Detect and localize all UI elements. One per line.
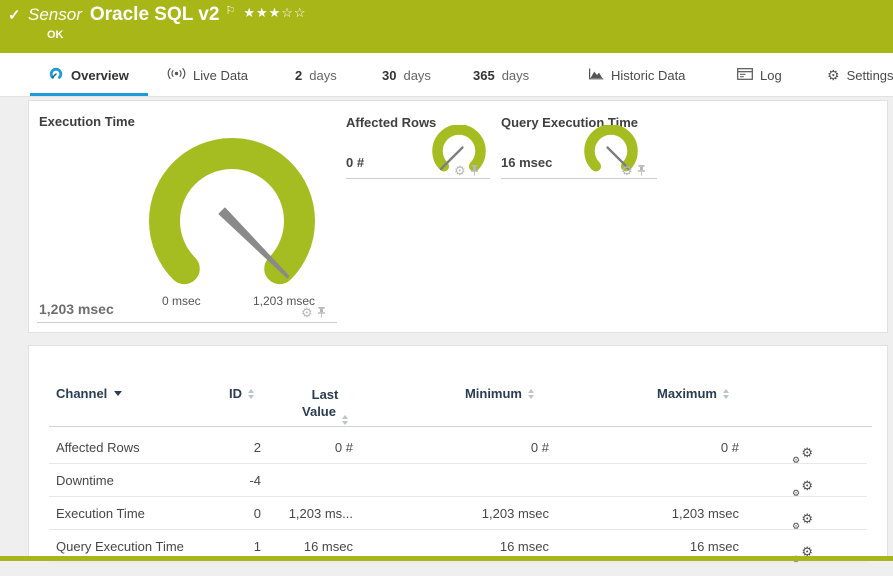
channel-settings-button[interactable]: ⚙⚙	[791, 431, 815, 465]
active-tab-underline	[30, 93, 148, 96]
tab-2-days-number: 2	[295, 67, 303, 83]
column-header-last-value[interactable]: Last Value	[275, 386, 375, 425]
channel-link[interactable]: Affected Rows	[56, 431, 140, 464]
column-header-value-label: Value	[302, 404, 336, 419]
double-gear-icon: ⚙⚙	[792, 511, 813, 531]
divider	[37, 322, 337, 323]
sort-arrows-icon	[723, 388, 729, 399]
table-row: Execution Time 0 1,203 ms... 1,203 msec …	[29, 497, 882, 531]
gauge-corner-icons: ⚙	[621, 164, 646, 177]
settings-gear-icon: ⚙	[827, 66, 840, 83]
tab-2-days[interactable]: 2 days	[295, 53, 337, 97]
tab-live-data[interactable]: Live Data	[167, 53, 248, 97]
query-execution-time-current-value: 16 msec	[501, 155, 553, 170]
sensor-header: ✓ Sensor Oracle SQL v2 ⚐ ★★★☆☆ OK	[0, 0, 893, 53]
channel-last-value: 1,203 ms...	[288, 506, 353, 521]
gauge-pin-icon[interactable]	[317, 307, 326, 318]
divider	[501, 178, 657, 179]
execution-time-gauge	[149, 138, 315, 285]
column-header-minimum[interactable]: Minimum	[414, 386, 534, 401]
table-row: Downtime -4 ⚙ ⚙	[29, 464, 882, 498]
gauge-min-label: 0 msec	[162, 294, 201, 308]
tab-365-days-number: 365	[473, 67, 495, 83]
tab-log-label: Log	[760, 67, 782, 83]
channel-minimum: 1,203 msec	[481, 506, 549, 521]
priority-flag-icon[interactable]: ⚐	[225, 4, 235, 17]
channel-link[interactable]: Execution Time	[56, 497, 145, 530]
historic-chart-icon	[588, 68, 604, 83]
affected-rows-current-value: 0 #	[346, 155, 365, 170]
tab-historic-data[interactable]: Historic Data	[588, 53, 685, 97]
column-header-id-label: ID	[229, 386, 242, 401]
gauge-settings-gear-icon[interactable]: ⚙	[454, 164, 466, 177]
sensor-title-line: Sensor Oracle SQL v2 ⚐ ★★★☆☆	[28, 4, 307, 26]
sort-arrows-icon	[528, 388, 534, 399]
sort-arrows-icon	[248, 388, 254, 399]
execution-time-current-value: 1,203 msec	[39, 301, 114, 317]
channel-link[interactable]: Downtime	[56, 464, 114, 497]
tab-overview-label: Overview	[71, 67, 129, 83]
gauge-icon	[48, 67, 64, 84]
gauge-needle	[218, 207, 290, 279]
gauge-pin-icon[interactable]	[470, 165, 479, 176]
affected-rows-gauge-title: Affected Rows	[346, 115, 437, 130]
gauge-settings-gear-icon[interactable]: ⚙	[301, 306, 313, 319]
column-header-id[interactable]: ID	[189, 386, 254, 401]
object-kind-label: Sensor	[28, 5, 82, 24]
column-header-channel[interactable]: Channel	[56, 386, 123, 401]
channel-minimum: 0 #	[530, 440, 549, 455]
log-icon	[737, 67, 753, 83]
table-row: Affected Rows 2 0 # 0 # 0 # ⚙ ⚙	[29, 431, 882, 465]
gauge-corner-icons: ⚙	[301, 306, 326, 319]
divider	[346, 178, 490, 179]
sensor-title: Oracle SQL v2	[89, 4, 220, 25]
sort-caret-down-icon	[114, 391, 123, 396]
tab-settings-label: Settings	[846, 67, 893, 83]
live-data-icon	[167, 67, 186, 83]
channel-maximum: 1,203 msec	[671, 506, 739, 521]
divider	[49, 426, 872, 427]
status-badge: OK	[47, 29, 64, 41]
gauge-pin-icon[interactable]	[637, 165, 646, 176]
tab-live-data-label: Live Data	[193, 67, 248, 83]
tab-365-days[interactable]: 365 days	[473, 53, 529, 97]
tab-30-days-number: 30	[382, 67, 397, 83]
priority-stars[interactable]: ★★★☆☆	[243, 5, 306, 21]
column-header-channel-label: Channel	[56, 386, 108, 401]
double-gear-icon: ⚙⚙	[792, 478, 813, 498]
channel-last-value: 0 #	[334, 440, 353, 455]
channel-id: 2	[253, 440, 261, 455]
channel-id: 0	[253, 506, 261, 521]
channel-maximum: 0 #	[720, 440, 739, 455]
next-section-edge	[0, 556, 893, 561]
gauge-corner-icons: ⚙	[454, 164, 479, 177]
channels-panel: Channel ID Last Value Minimum Maximum Af…	[28, 345, 888, 564]
sort-arrows-icon	[341, 415, 348, 425]
tab-2-days-label: days	[309, 67, 337, 83]
tab-30-days[interactable]: 30 days	[382, 53, 431, 97]
channel-id: -4	[249, 473, 261, 488]
tab-365-days-label: days	[501, 67, 530, 83]
column-header-maximum-label: Maximum	[657, 386, 717, 401]
gauge-settings-gear-icon[interactable]: ⚙	[621, 164, 633, 177]
tab-overview[interactable]: Overview	[48, 53, 129, 97]
tab-historic-data-label: Historic Data	[611, 67, 686, 83]
tab-30-days-label: days	[403, 67, 431, 83]
channel-settings-button[interactable]: ⚙⚙	[791, 497, 815, 531]
tab-log[interactable]: Log	[737, 53, 782, 97]
tab-bar: Overview Live Data 2 days 30 days 365 da…	[0, 53, 893, 97]
column-header-minimum-label: Minimum	[464, 386, 522, 401]
status-check-icon: ✓	[8, 7, 21, 24]
tab-settings[interactable]: ⚙ Settings	[827, 53, 893, 97]
column-header-maximum[interactable]: Maximum	[609, 386, 729, 401]
column-header-last-label: Last	[311, 387, 339, 402]
double-gear-icon: ⚙⚙	[792, 445, 813, 465]
channel-settings-button[interactable]: ⚙⚙	[791, 464, 815, 498]
gauges-panel: Execution Time 0 msec 1,203 msec 1,203 m…	[28, 100, 888, 333]
